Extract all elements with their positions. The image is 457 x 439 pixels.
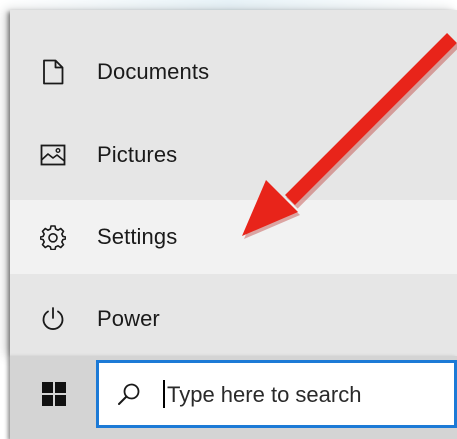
taskbar-search-box[interactable]: Type here to search bbox=[96, 360, 457, 428]
search-icon bbox=[117, 382, 141, 406]
screenshot: Documents Pictures Settings Power Type h… bbox=[0, 0, 457, 439]
start-menu-item-label: Pictures bbox=[97, 142, 178, 167]
power-icon bbox=[39, 305, 67, 333]
search-placeholder: Type here to search bbox=[167, 382, 362, 407]
taskbar: Type here to search bbox=[10, 356, 457, 439]
desktop-strip bbox=[0, 0, 457, 10]
start-menu-item-documents[interactable]: Documents bbox=[10, 35, 457, 109]
start-menu-item-label: Documents bbox=[97, 59, 210, 84]
windows-logo-icon bbox=[42, 381, 66, 411]
start-menu-item-label: Power bbox=[97, 306, 160, 331]
start-menu-item-label: Settings bbox=[97, 224, 178, 249]
document-icon bbox=[39, 58, 67, 86]
start-menu-item-pictures[interactable]: Pictures bbox=[10, 118, 457, 192]
start-menu-panel: Documents Pictures Settings Power bbox=[10, 10, 457, 356]
start-menu-item-settings[interactable]: Settings bbox=[10, 200, 457, 274]
gear-icon bbox=[39, 223, 67, 251]
text-caret bbox=[163, 380, 165, 408]
start-button[interactable] bbox=[32, 374, 76, 418]
start-menu-item-power[interactable]: Power bbox=[10, 282, 457, 356]
pictures-icon bbox=[39, 141, 67, 169]
